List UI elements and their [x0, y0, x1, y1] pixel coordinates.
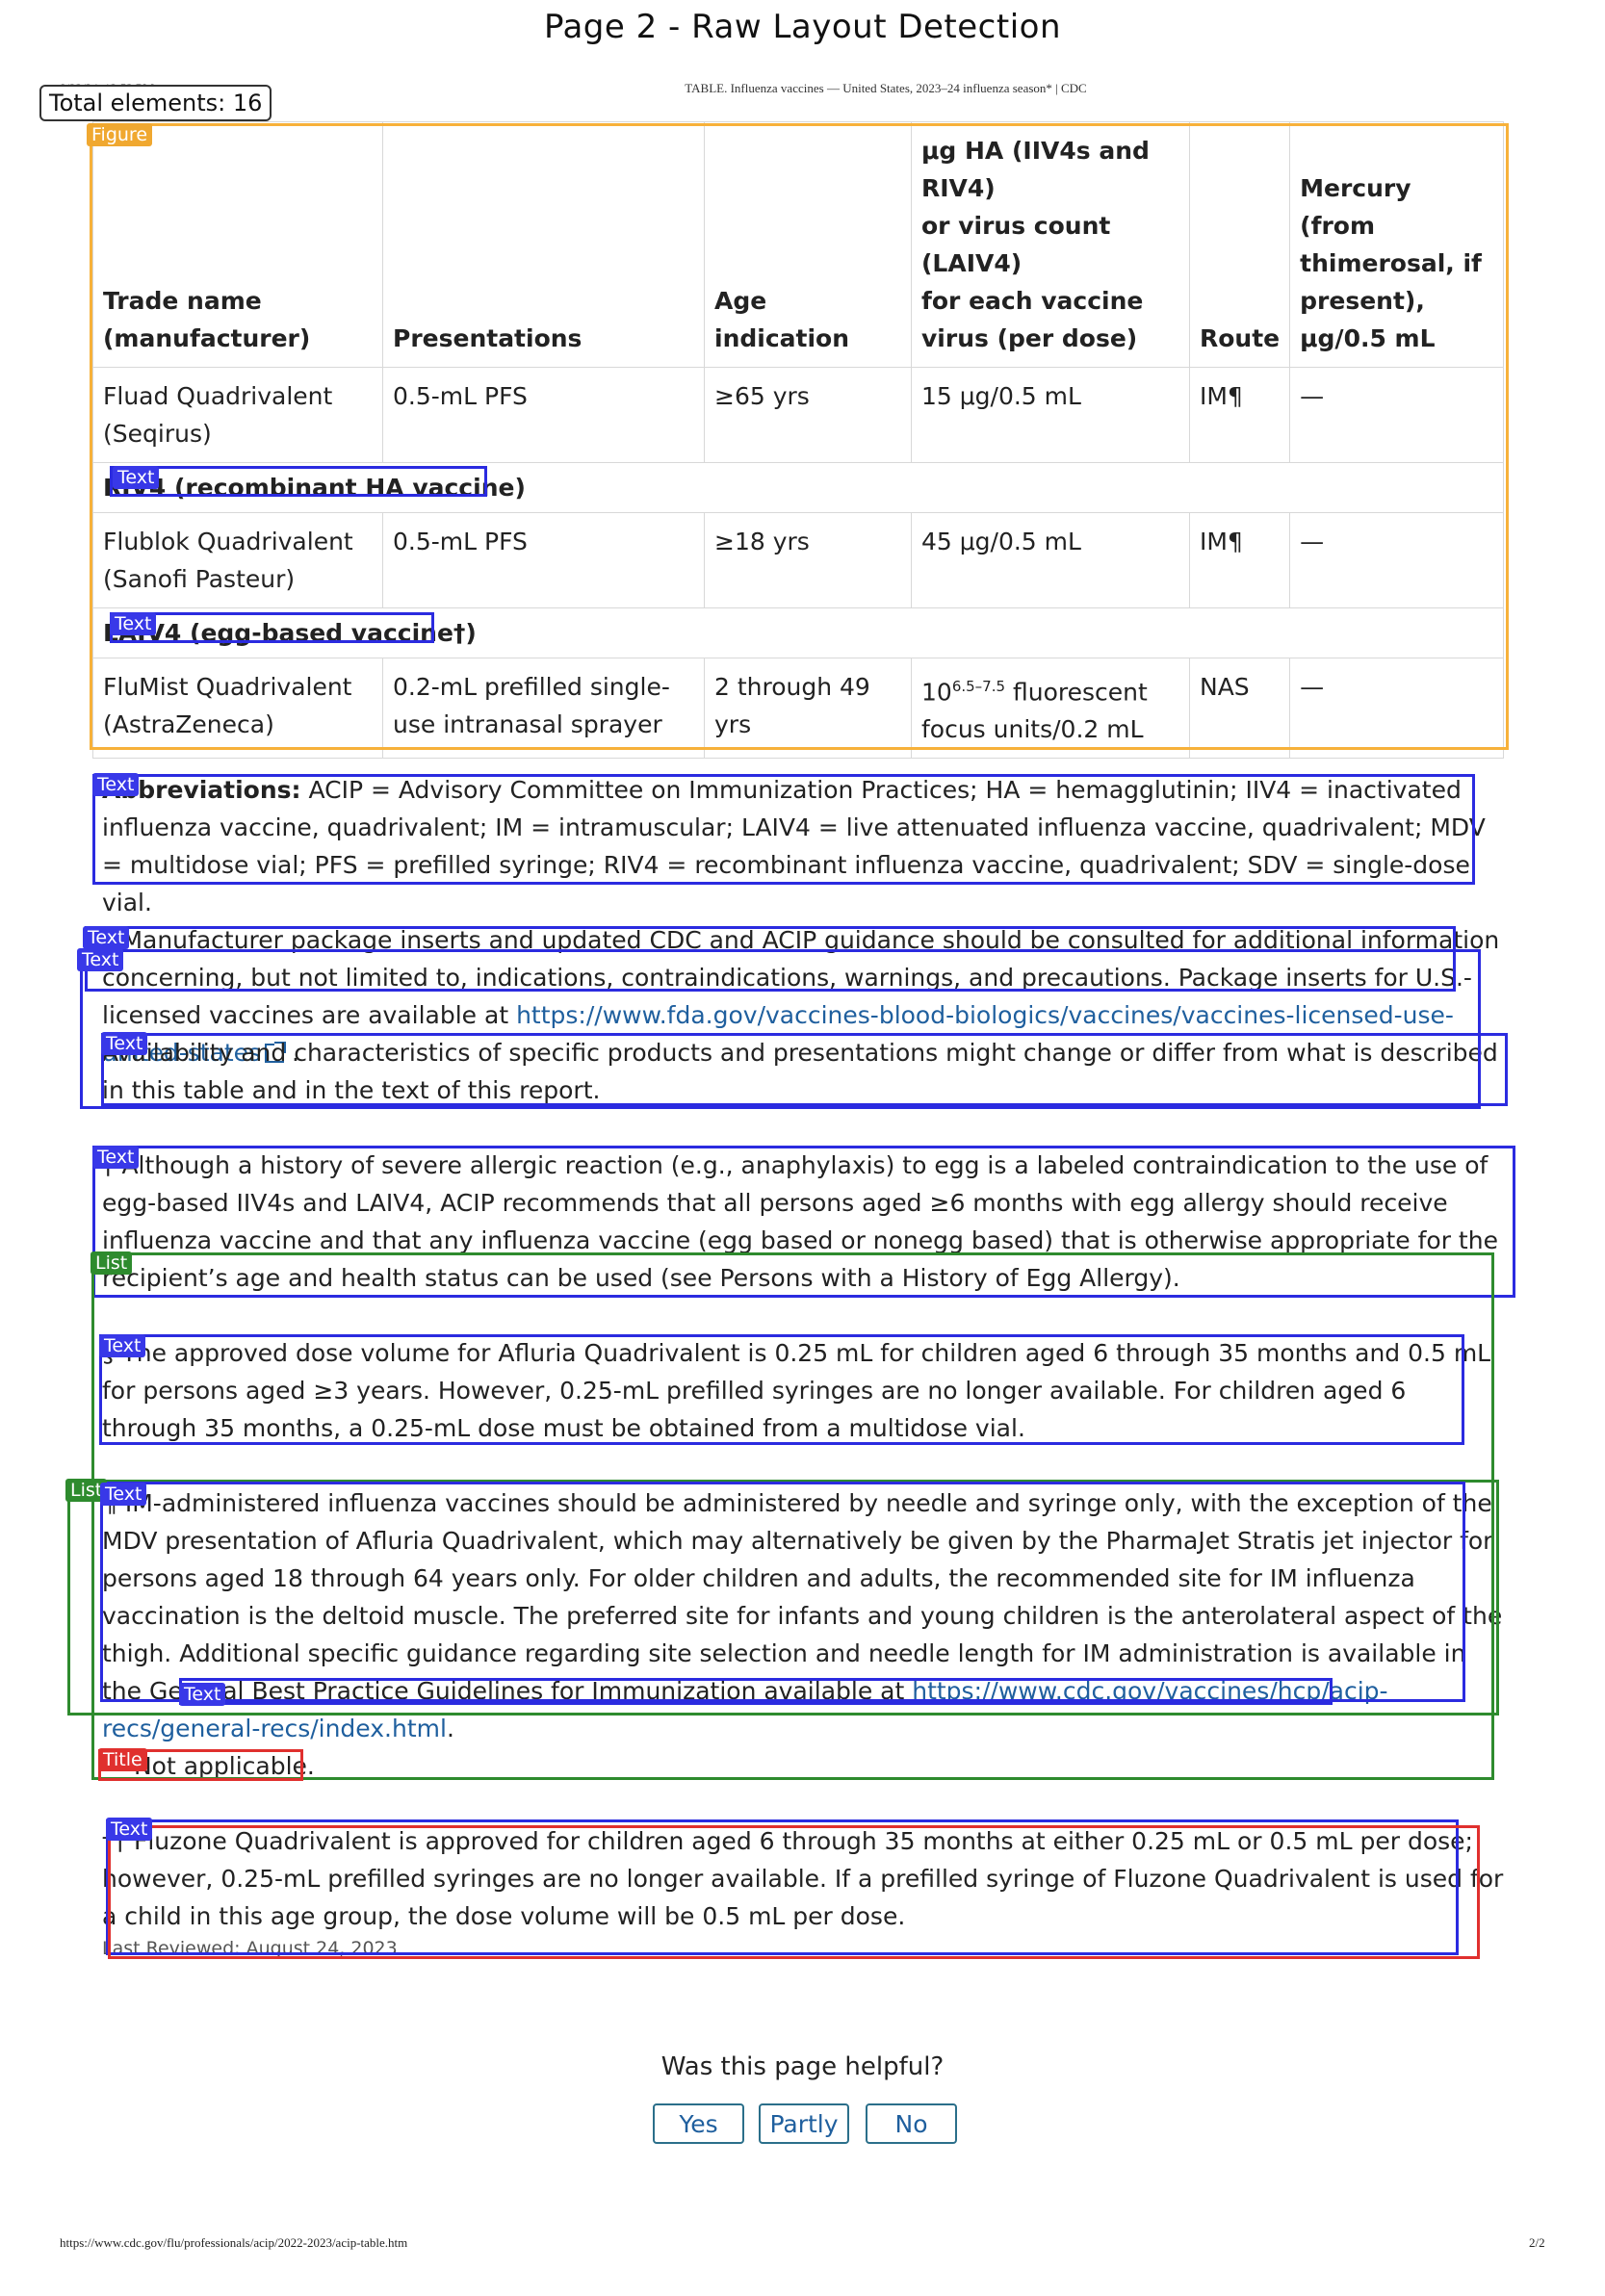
last-reviewed: Last Reviewed: August 24, 2023: [102, 1938, 398, 1959]
header-ha-line: for each vaccine virus (per dose): [921, 287, 1144, 352]
im-text: ¶ IM-administered influenza vaccines sho…: [102, 1489, 1503, 1705]
footer-url: https://www.cdc.gov/flu/professionals/ac…: [60, 2235, 408, 2250]
cell-trade-name: Flublok Quadrivalent (Sanofi Pasteur): [92, 512, 383, 608]
page-title: Page 2 - Raw Layout Detection: [543, 8, 1062, 46]
total-elements-box: Total elements: 16: [39, 85, 272, 121]
cell-ha: 45 μg/0.5 mL: [911, 512, 1190, 608]
cell-presentations: 0.5-mL PFS: [382, 512, 705, 608]
cell-ha: 15 μg/0.5 mL: [911, 367, 1190, 463]
partly-button[interactable]: Partly: [759, 2103, 849, 2144]
cell-age: ≥18 yrs: [704, 512, 912, 608]
cell-mercury: —: [1289, 367, 1504, 463]
header-age-indication: Age indication: [704, 121, 912, 368]
yes-button[interactable]: Yes: [653, 2103, 744, 2144]
cell-presentations: 0.2-mL prefilled single-use intranasal s…: [382, 657, 705, 760]
table-row: Flublok Quadrivalent (Sanofi Pasteur) 0.…: [92, 512, 1504, 608]
table-section-row: LAIV4 (egg-based vaccine†): [92, 607, 1504, 658]
ha-exponent: 6.5–7.5: [951, 678, 1006, 695]
table-header-row: Trade name (manufacturer) Presentations …: [92, 121, 1504, 368]
afluria-note: § The approved dose volume for Afluria Q…: [102, 1339, 1491, 1442]
detection-label-title: Title: [98, 1748, 147, 1771]
no-button[interactable]: No: [866, 2103, 957, 2144]
egg-allergy-note: † Although a history of severe allergic …: [102, 1151, 1498, 1292]
detection-label-text: Text: [92, 1146, 140, 1169]
cell-presentations: 0.5-mL PFS: [382, 367, 705, 463]
cell-age: 2 through 49 yrs: [704, 657, 912, 760]
header-ha-dose: μg HA (IIV4s and RIV4) or virus count (L…: [911, 121, 1190, 368]
detection-label-list: List: [91, 1251, 133, 1275]
table-row: FluMist Quadrivalent (AstraZeneca) 0.2-m…: [92, 657, 1504, 760]
im-administration-note: ¶ IM-administered influenza vaccines sho…: [102, 1484, 1508, 1747]
fluzone-note: †† Fluzone Quadrivalent is approved for …: [102, 1827, 1504, 1930]
cell-route: IM¶: [1188, 512, 1291, 608]
availability-note: Availability and characteristics of spec…: [102, 1039, 1498, 1104]
section-laiv4: LAIV4 (egg-based vaccine†): [92, 607, 1504, 658]
ha-base: 10: [921, 678, 952, 707]
detection-label-text: Text: [179, 1683, 226, 1706]
detection-label-text: Text: [99, 1334, 146, 1357]
detection-label-text: Text: [92, 773, 140, 796]
detection-label-text: Text: [77, 948, 124, 971]
detection-label-text: Text: [106, 1818, 153, 1841]
detection-label-text: Text: [110, 612, 157, 635]
header-mercury: Mercury (from thimerosal, if present), μ…: [1289, 121, 1504, 368]
header-ha-line: or virus count (LAIV4): [921, 212, 1111, 277]
header-presentations: Presentations: [382, 121, 705, 368]
header-route: Route: [1188, 121, 1291, 368]
cell-route: NAS: [1188, 657, 1291, 760]
detection-label-text: Text: [83, 926, 130, 949]
cell-ha: 106.5–7.5 fluorescent focus units/0.2 mL: [911, 657, 1190, 760]
vaccine-table: Trade name (manufacturer) Presentations …: [92, 121, 1504, 760]
footer-page-number: 2/2: [1529, 2235, 1545, 2250]
detection-label-figure: Figure: [87, 123, 153, 146]
table-section-row: RIV4 (recombinant HA vaccine): [92, 462, 1504, 513]
detection-label-text: Text: [101, 1032, 148, 1055]
table-row: Fluad Quadrivalent (Seqirus) 0.5-mL PFS …: [92, 367, 1504, 463]
not-applicable-note: ** Not applicable.: [102, 1752, 315, 1780]
header-ha-line: μg HA (IIV4s and RIV4): [921, 137, 1150, 202]
header-trade-name: Trade name (manufacturer): [92, 121, 383, 368]
cell-trade-name: FluMist Quadrivalent (AstraZeneca): [92, 657, 383, 760]
section-riv4: RIV4 (recombinant HA vaccine): [92, 462, 1504, 513]
feedback-question: Was this page helpful?: [660, 2052, 945, 2081]
im-end: .: [446, 1715, 454, 1742]
cell-age: ≥65 yrs: [704, 367, 912, 463]
cell-trade-name: Fluad Quadrivalent (Seqirus): [92, 367, 383, 463]
cell-mercury: —: [1289, 657, 1504, 760]
abbreviations-paragraph: Abbreviations: ACIP = Advisory Committee…: [102, 771, 1508, 921]
cell-mercury: —: [1289, 512, 1504, 608]
detection-label-text: Text: [100, 1483, 147, 1506]
detection-label-text: Text: [113, 466, 160, 489]
cell-route: IM¶: [1188, 367, 1291, 463]
abbreviations-text: ACIP = Advisory Committee on Immunizatio…: [102, 776, 1486, 916]
